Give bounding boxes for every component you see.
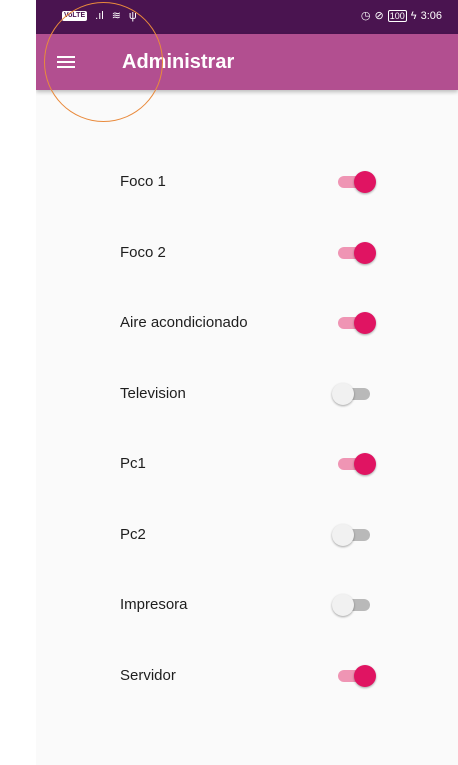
switch-thumb bbox=[354, 171, 376, 193]
volte-icon: VoLTE bbox=[62, 11, 88, 21]
device-label: Television bbox=[120, 384, 186, 402]
hamburger-menu-icon[interactable] bbox=[46, 42, 86, 82]
status-right-group: ◷ ⊘ 100 ϟ 3:06 bbox=[361, 10, 442, 22]
device-label: Pc1 bbox=[120, 455, 146, 472]
device-switch[interactable] bbox=[332, 241, 376, 265]
menu-line bbox=[57, 61, 75, 63]
alarm-icon: ◷ bbox=[360, 10, 371, 22]
page-title: Administrar bbox=[122, 51, 235, 73]
phone-screen: VoLTE .ıl ≋ ψ ◷ ⊘ 100 ϟ 3:06 Administrar… bbox=[36, 0, 458, 765]
device-row-pc2: Pc2 bbox=[36, 501, 458, 572]
charging-icon: ϟ bbox=[410, 10, 417, 22]
device-label: Aire acondicionado bbox=[120, 314, 248, 331]
status-left-group: VoLTE .ıl ≋ ψ bbox=[62, 10, 137, 22]
device-switch[interactable] bbox=[332, 593, 376, 617]
app-bar: Administrar bbox=[36, 34, 458, 90]
device-row-impresora: Impresora bbox=[36, 571, 458, 642]
switch-thumb bbox=[354, 241, 376, 264]
device-label: Impresora bbox=[120, 596, 188, 613]
device-toggle-list: Foco 1 Foco 2 Aire acondicionado Televis… bbox=[36, 148, 458, 712]
device-switch[interactable] bbox=[332, 382, 376, 406]
device-switch[interactable] bbox=[332, 664, 376, 688]
device-row-television: Television bbox=[36, 360, 458, 431]
menu-line bbox=[57, 56, 75, 58]
switch-thumb bbox=[332, 382, 354, 405]
switch-thumb bbox=[354, 312, 376, 334]
device-switch[interactable] bbox=[332, 311, 376, 335]
switch-thumb bbox=[332, 523, 354, 546]
status-bar: VoLTE .ıl ≋ ψ ◷ ⊘ 100 ϟ 3:06 bbox=[36, 0, 458, 34]
device-row-servidor: Servidor bbox=[36, 642, 458, 713]
device-label: Foco 1 bbox=[120, 173, 166, 190]
device-row-foco-2: Foco 2 bbox=[36, 219, 458, 290]
status-time: 3:06 bbox=[420, 10, 442, 22]
device-row-foco-1: Foco 1 bbox=[36, 148, 458, 219]
switch-thumb bbox=[354, 664, 376, 687]
device-row-pc1: Pc1 bbox=[36, 430, 458, 501]
device-label: Foco 2 bbox=[120, 243, 166, 261]
device-switch[interactable] bbox=[332, 452, 376, 476]
battery-icon: 100 bbox=[387, 10, 407, 22]
usb-icon: ψ bbox=[128, 10, 137, 22]
device-switch[interactable] bbox=[332, 170, 376, 194]
signal-icon: .ıl bbox=[95, 10, 104, 22]
switch-thumb bbox=[354, 453, 376, 475]
data-saver-icon: ⊘ bbox=[374, 10, 384, 22]
menu-line bbox=[57, 66, 75, 68]
device-label: Pc2 bbox=[120, 525, 146, 543]
device-row-aire-acondicionado: Aire acondicionado bbox=[36, 289, 458, 360]
device-label: Servidor bbox=[120, 666, 176, 684]
wifi-icon: ≋ bbox=[111, 10, 121, 22]
device-switch[interactable] bbox=[332, 523, 376, 547]
switch-thumb bbox=[332, 594, 354, 616]
